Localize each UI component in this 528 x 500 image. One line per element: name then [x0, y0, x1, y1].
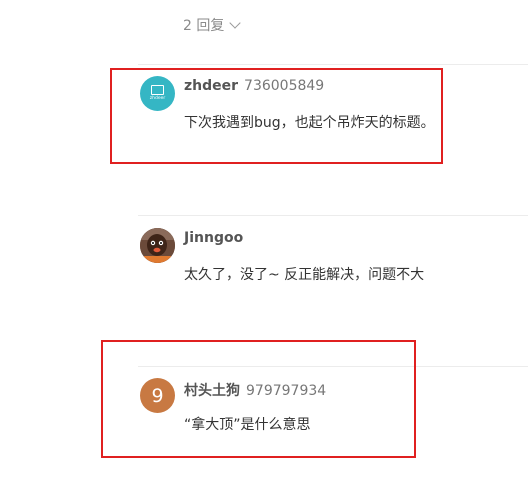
avatar-photo-image	[140, 228, 175, 263]
avatar[interactable]	[140, 228, 175, 263]
replies-count-label: 2 回复	[183, 18, 225, 34]
highlight-box	[110, 68, 443, 164]
comment-text: 太久了，没了~ 反正能解决，问题不大	[184, 267, 425, 283]
replies-toggle[interactable]: 2 回复	[183, 15, 242, 35]
highlight-box	[101, 340, 416, 458]
comment-username[interactable]: Jinngoo	[184, 230, 243, 246]
comment-header: Jinngoo	[184, 230, 243, 246]
comment-divider	[138, 215, 528, 216]
comment-divider	[138, 64, 528, 65]
chevron-down-icon	[229, 16, 242, 29]
